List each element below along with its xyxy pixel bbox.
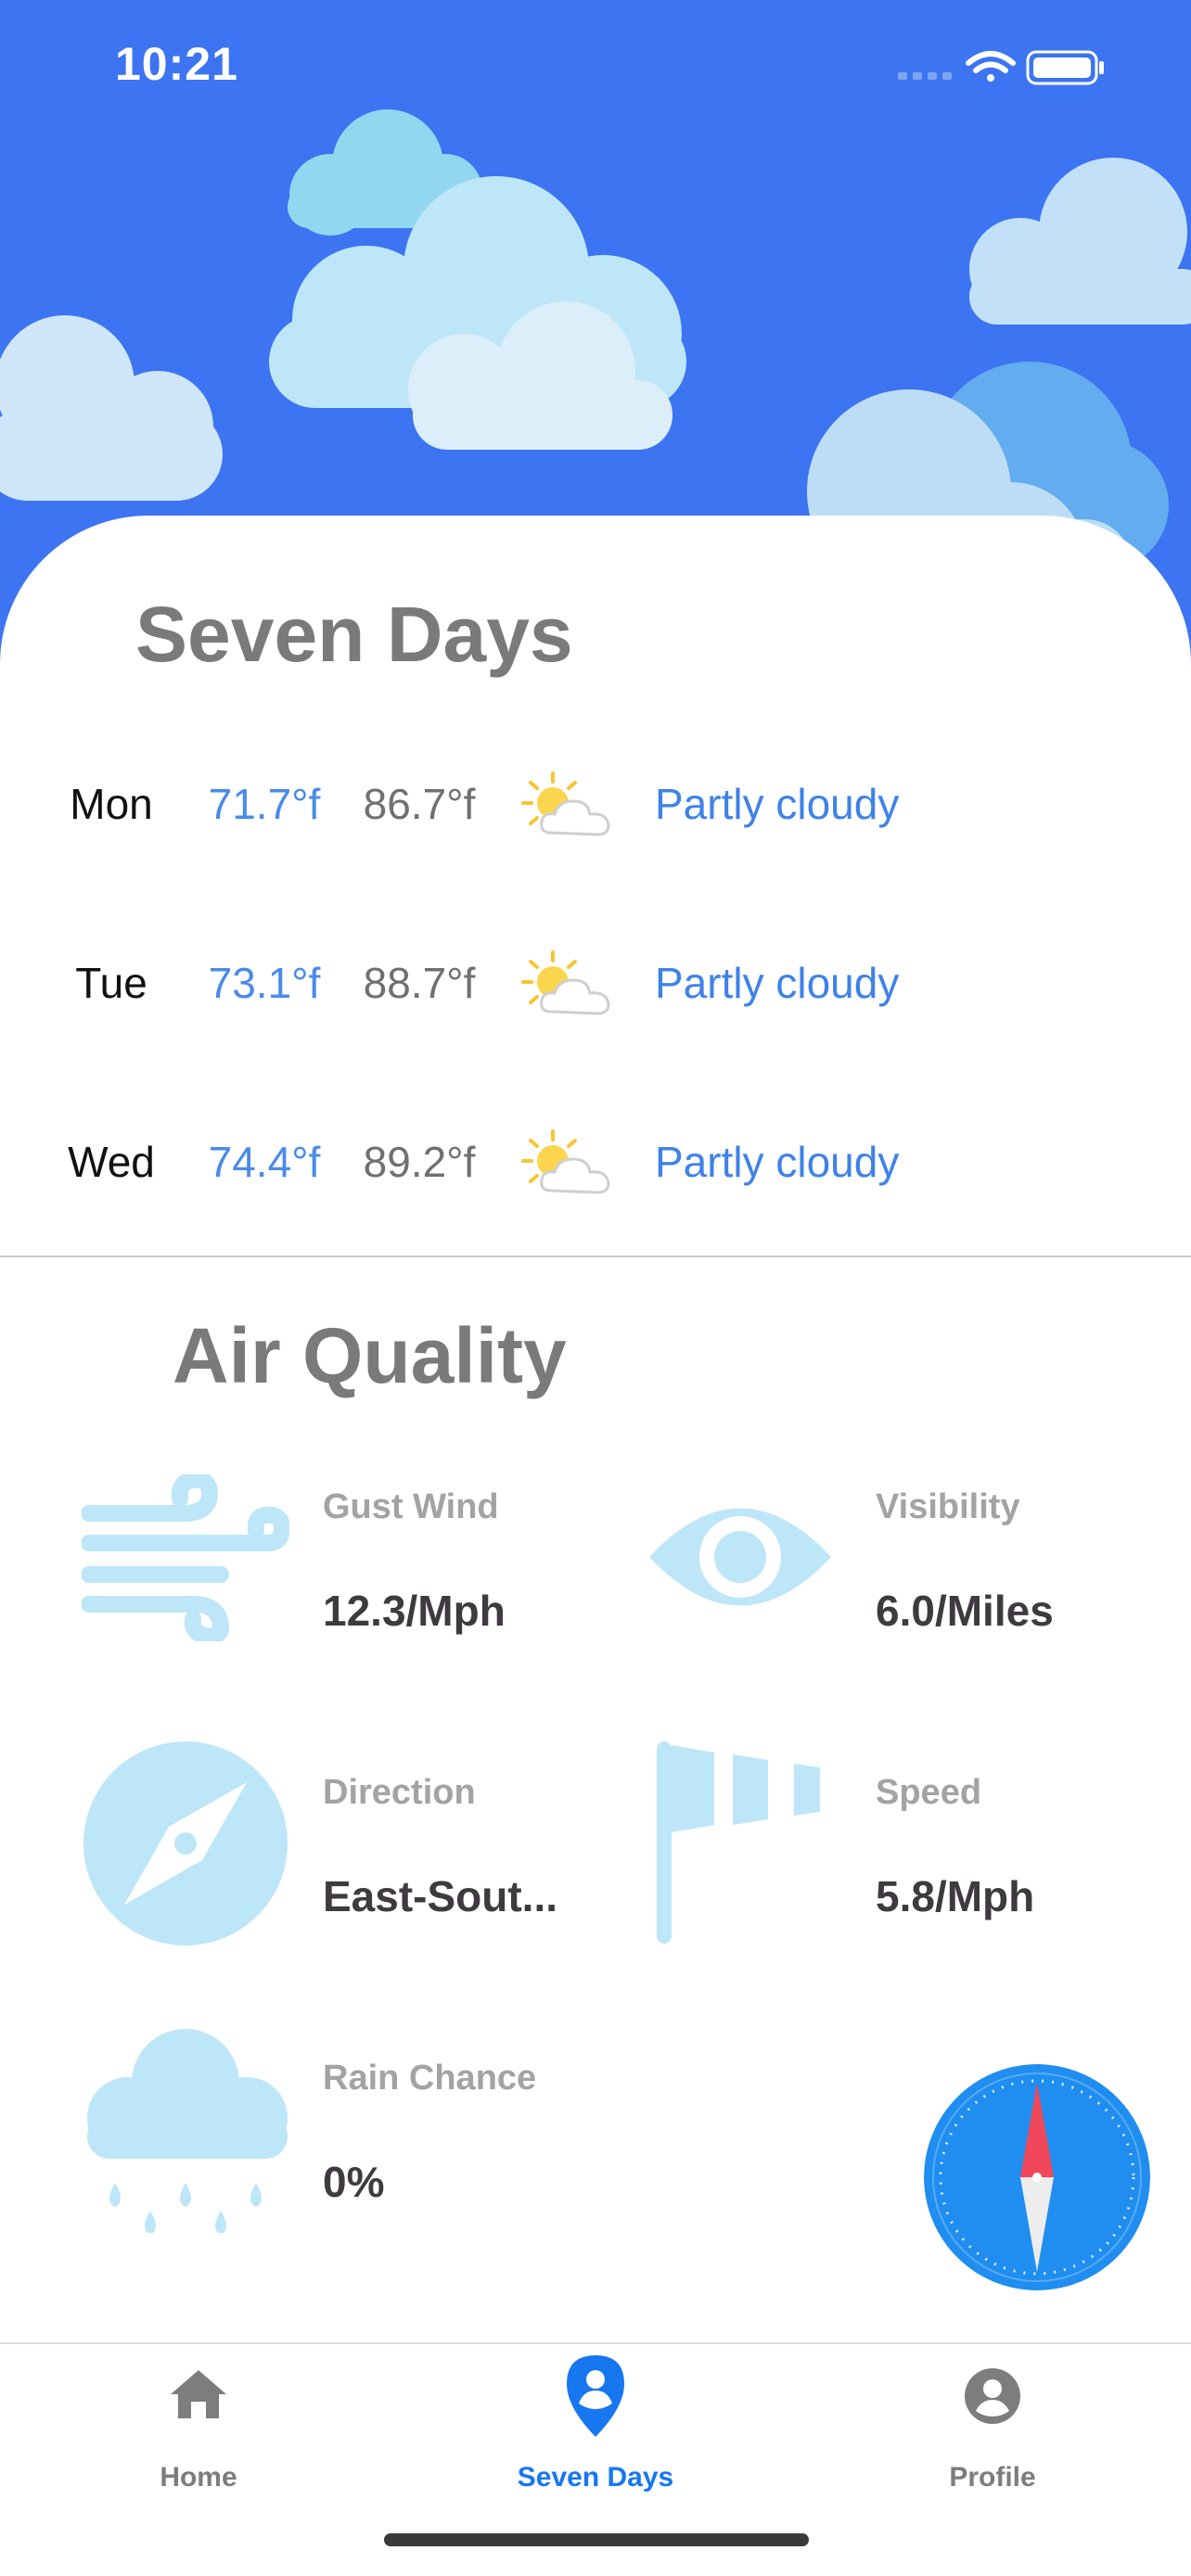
- temp-high: 86.7°f: [363, 780, 476, 828]
- direction-value: East-Sout...: [323, 1872, 558, 1920]
- visibility-value: 6.0/Miles: [876, 1587, 1054, 1635]
- windsock-icon: [657, 1741, 820, 1944]
- temp-low: 73.1°f: [208, 959, 321, 1007]
- partly-cloudy-icon: [521, 950, 610, 1015]
- status-time: 10:21: [115, 38, 238, 90]
- eye-icon: [649, 1508, 831, 1606]
- rain-chance-label: Rain Chance: [323, 2059, 537, 2098]
- tab-label: Home: [160, 2462, 237, 2493]
- tab-home[interactable]: Home: [0, 2344, 397, 2520]
- tab-profile[interactable]: Profile: [794, 2344, 1191, 2520]
- partly-cloudy-icon: [521, 1129, 610, 1194]
- gust-wind-value: 12.3/Mph: [323, 1587, 506, 1635]
- section-divider: [0, 1256, 1191, 1257]
- status-icons: [898, 43, 1111, 92]
- condition-text: Partly cloudy: [655, 959, 900, 1007]
- wind-icon: [82, 1474, 289, 1641]
- day-row-mon[interactable]: Mon 71.7°f 86.7°f Partly cloudy: [0, 747, 1191, 859]
- signal-icon: [898, 72, 952, 80]
- rain-chance-value: 0%: [323, 2158, 385, 2206]
- temp-low: 71.7°f: [208, 780, 321, 828]
- compass-icon: [83, 1741, 288, 1945]
- temp-high: 89.2°f: [363, 1138, 476, 1186]
- tab-seven-days[interactable]: Seven Days: [397, 2344, 794, 2520]
- day-row-tue[interactable]: Tue 73.1°f 88.7°f Partly cloudy: [0, 926, 1191, 1038]
- profile-icon: [965, 2368, 1020, 2424]
- temp-high: 88.7°f: [363, 959, 476, 1007]
- compass-button[interactable]: [924, 2064, 1150, 2290]
- home-icon: [171, 2370, 226, 2418]
- day-row-wed[interactable]: Wed 74.4°f 89.2°f Partly cloudy: [0, 1105, 1191, 1217]
- visibility-label: Visibility: [876, 1487, 1020, 1526]
- seven-days-title: Seven Days: [135, 591, 573, 678]
- condition-text: Partly cloudy: [655, 780, 900, 828]
- temp-low: 74.4°f: [208, 1138, 321, 1186]
- condition-text: Partly cloudy: [655, 1138, 900, 1186]
- partly-cloudy-icon: [521, 772, 610, 836]
- day-name: Tue: [75, 959, 147, 1007]
- air-quality-title: Air Quality: [173, 1312, 567, 1399]
- location-person-icon: [567, 2355, 624, 2437]
- tab-label: Seven Days: [517, 2462, 674, 2493]
- rain-cloud-icon: [87, 2029, 288, 2233]
- direction-label: Direction: [323, 1773, 476, 1812]
- day-name: Wed: [68, 1138, 155, 1186]
- gust-wind-label: Gust Wind: [323, 1487, 499, 1526]
- battery-icon: [1026, 50, 1104, 85]
- day-name: Mon: [70, 780, 153, 828]
- tab-label: Profile: [949, 2462, 1036, 2493]
- speed-label: Speed: [876, 1773, 982, 1812]
- home-indicator: [384, 2533, 809, 2546]
- wifi-icon: [966, 51, 1016, 82]
- speed-value: 5.8/Mph: [876, 1872, 1035, 1920]
